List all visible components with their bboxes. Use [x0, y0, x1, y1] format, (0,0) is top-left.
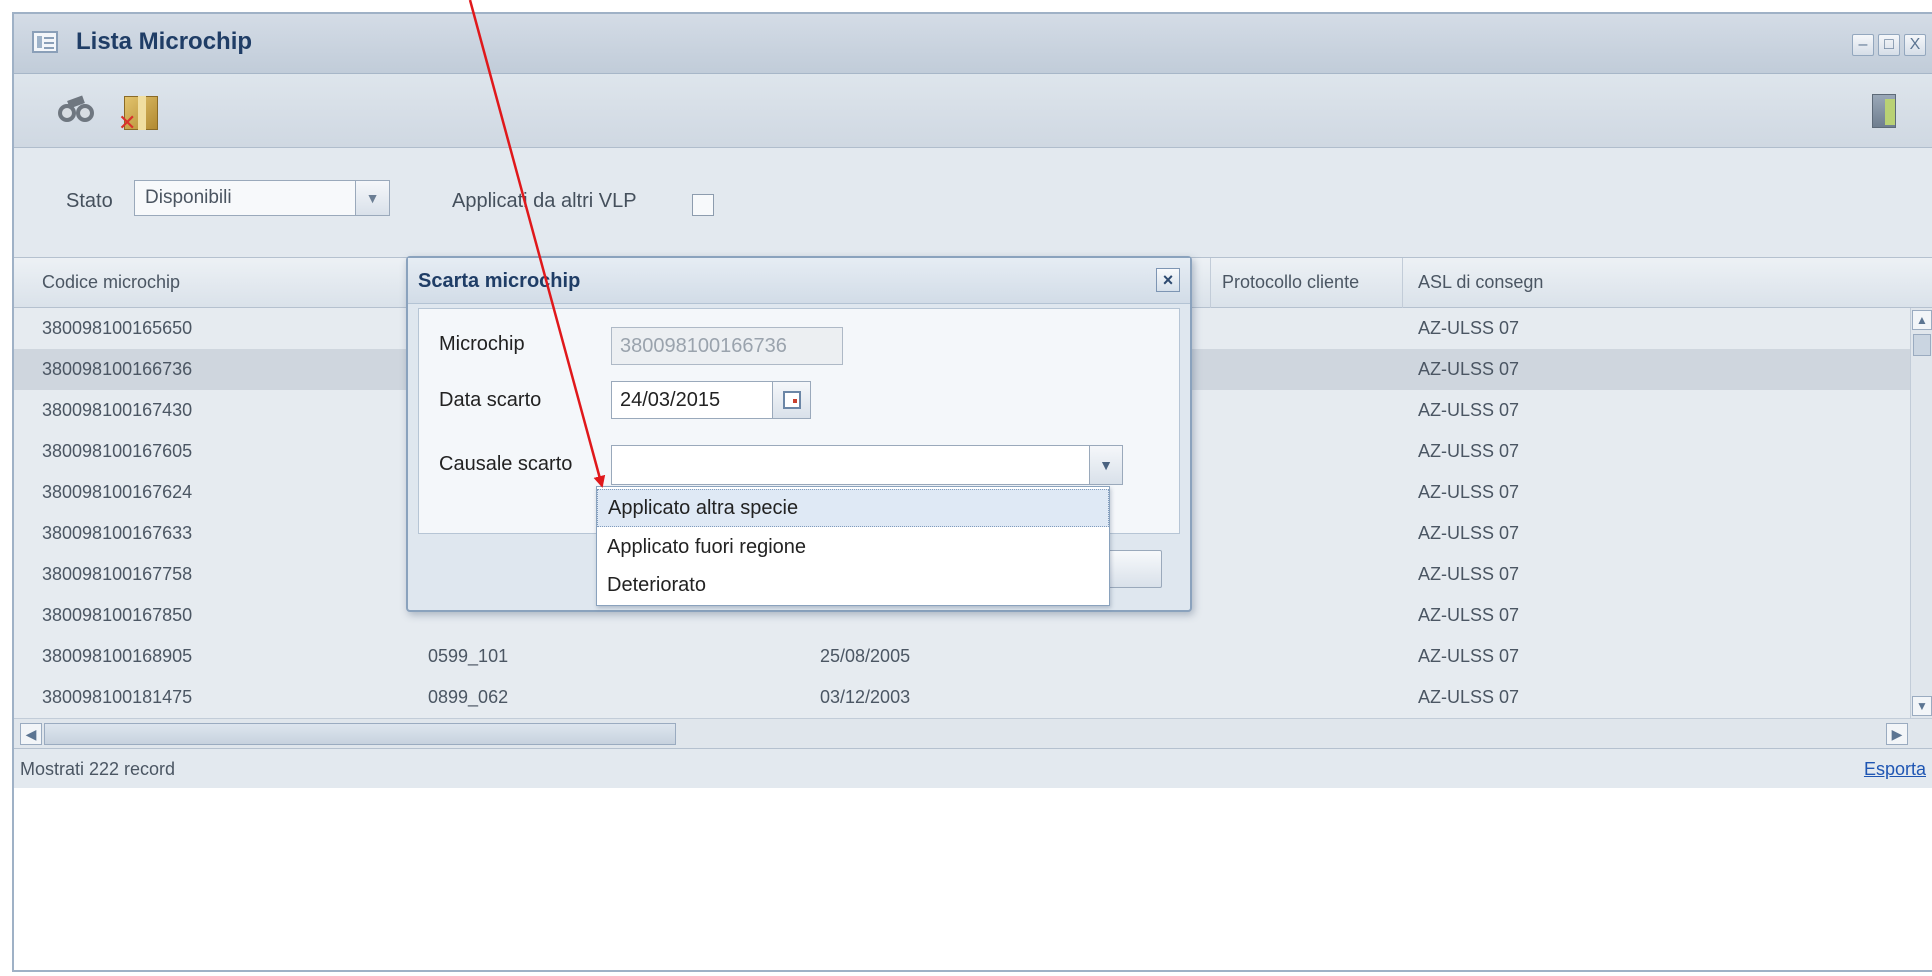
horizontal-scroll-thumb[interactable] — [44, 723, 676, 745]
discard-box-icon[interactable]: ✕ — [118, 88, 162, 135]
horizontal-scrollbar[interactable]: ◀ ▶ — [14, 718, 1932, 748]
cell-codice: 380098100167624 — [42, 482, 193, 502]
minimize-button[interactable]: – — [1852, 34, 1874, 56]
chevron-up-icon[interactable]: ▲ — [1912, 310, 1932, 330]
record-count: Mostrati 222 record — [20, 759, 176, 779]
microchip-label: Microchip — [439, 333, 525, 355]
cell-asl: AZ-ULSS 07 — [1418, 646, 1520, 666]
applicati-checkbox[interactable] — [692, 194, 714, 216]
cell-protocollo: 0599_101 — [428, 646, 509, 666]
exit-door-icon[interactable] — [1872, 94, 1896, 128]
toolbar: ✕ — [14, 74, 1932, 148]
vertical-scroll-thumb[interactable] — [1913, 334, 1931, 356]
cell-codice: 380098100165650 — [42, 318, 193, 338]
cell-codice: 380098100181475 — [42, 687, 193, 707]
cell-data: 03/12/2003 — [820, 687, 911, 707]
causale-dropdown-list: Applicato altra specie Applicato fuori r… — [596, 486, 1110, 606]
cell-codice: 380098100167605 — [42, 441, 193, 461]
cell-asl: AZ-ULSS 07 — [1418, 687, 1520, 707]
window-title: Lista Microchip — [76, 28, 253, 55]
calendar-button[interactable] — [773, 381, 811, 419]
cell-asl: AZ-ULSS 07 — [1418, 482, 1520, 502]
calendar-icon — [783, 391, 801, 409]
cell-codice: 380098100166736 — [42, 359, 193, 379]
data-scarto-field[interactable]: 24/03/2015 — [611, 381, 773, 419]
cell-asl: AZ-ULSS 07 — [1418, 441, 1520, 461]
close-icon[interactable]: × — [1156, 268, 1180, 292]
export-link[interactable]: Esporta — [1864, 759, 1926, 780]
vertical-scrollbar[interactable]: ▲ ▼ — [1910, 308, 1932, 718]
microchip-field: 380098100166736 — [611, 327, 843, 365]
header-codice-microchip[interactable]: Codice microchip — [42, 272, 180, 293]
filter-bar: Stato Disponibili ▼ Applicati da altri V… — [14, 148, 1932, 258]
cell-codice: 380098100167758 — [42, 564, 193, 584]
chevron-right-icon[interactable]: ▶ — [1886, 723, 1908, 745]
cell-asl: AZ-ULSS 07 — [1418, 564, 1520, 584]
list-window-icon — [32, 31, 58, 53]
close-window-button[interactable]: X — [1904, 34, 1926, 56]
binoculars-icon[interactable] — [54, 92, 98, 132]
chevron-down-icon[interactable]: ▼ — [355, 181, 389, 215]
cell-asl: AZ-ULSS 07 — [1418, 605, 1520, 625]
data-scarto-label: Data scarto — [439, 389, 542, 411]
cell-asl: AZ-ULSS 07 — [1418, 359, 1520, 379]
cell-data: 25/08/2005 — [820, 646, 911, 666]
causale-scarto-select[interactable] — [611, 445, 1117, 485]
cell-asl: AZ-ULSS 07 — [1418, 318, 1520, 338]
chevron-down-icon[interactable]: ▼ — [1089, 445, 1123, 485]
applicati-label: Applicati da altri VLP — [452, 190, 637, 212]
header-protocollo-cliente[interactable]: Protocollo cliente — [1222, 272, 1359, 293]
cell-asl: AZ-ULSS 07 — [1418, 400, 1520, 420]
stato-select[interactable]: Disponibili ▼ — [134, 180, 390, 216]
causale-scarto-label: Causale scarto — [439, 453, 573, 475]
cell-protocollo: 0899_062 — [428, 687, 509, 707]
table-row[interactable]: 380098100168905 0599_101 25/08/2005 AZ-U… — [14, 636, 1932, 677]
header-asl-consegna[interactable]: ASL di consegn — [1418, 272, 1543, 293]
maximize-button[interactable]: □ — [1878, 34, 1900, 56]
chevron-down-icon[interactable]: ▼ — [1912, 696, 1932, 716]
window-titlebar[interactable]: Lista Microchip – □ X — [14, 14, 1932, 74]
cell-codice: 380098100167850 — [42, 605, 193, 625]
cell-asl: AZ-ULSS 07 — [1418, 523, 1520, 543]
stato-label: Stato — [66, 190, 113, 212]
cell-codice: 380098100167430 — [42, 400, 193, 420]
chevron-left-icon[interactable]: ◀ — [20, 723, 42, 745]
dialog-title: Scarta microchip — [418, 270, 581, 292]
cell-codice: 380098100167633 — [42, 523, 193, 543]
table-row[interactable]: 380098100181475 0899_062 03/12/2003 AZ-U… — [14, 677, 1932, 718]
status-bar: Mostrati 222 record Esporta — [14, 748, 1932, 788]
cell-codice: 380098100168905 — [42, 646, 193, 666]
dropdown-option[interactable]: Applicato altra specie — [597, 489, 1109, 527]
dropdown-option[interactable]: Deteriorato — [597, 567, 1109, 605]
dialog-header[interactable]: Scarta microchip × — [408, 258, 1190, 304]
dropdown-option[interactable]: Applicato fuori regione — [597, 529, 1109, 567]
stato-value: Disponibili — [145, 187, 232, 208]
